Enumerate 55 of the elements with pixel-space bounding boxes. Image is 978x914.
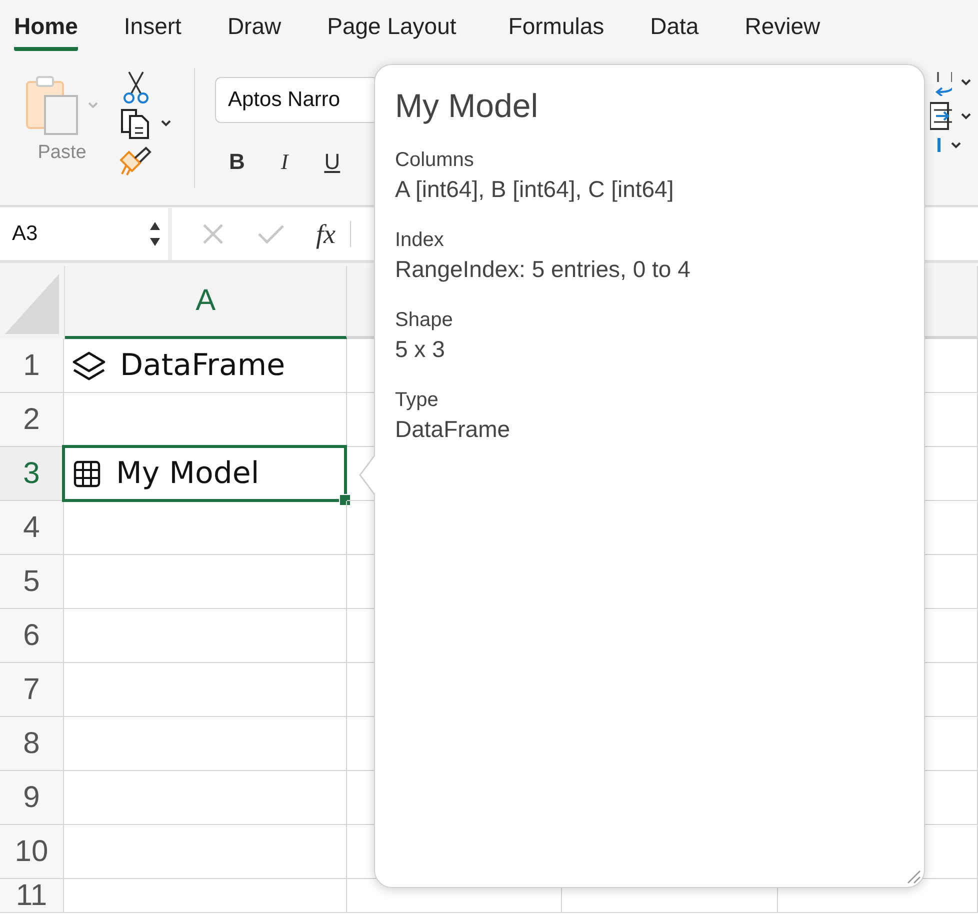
- row-header[interactable]: 4: [0, 501, 64, 555]
- grid-cell[interactable]: [64, 879, 347, 913]
- field-label: Shape: [395, 309, 454, 332]
- format-button[interactable]: U: [324, 149, 340, 175]
- format-button[interactable]: I: [280, 149, 288, 175]
- grid-cell[interactable]: [64, 555, 347, 609]
- ribbon-tab[interactable]: Draw: [227, 0, 282, 51]
- row-header[interactable]: 8: [0, 717, 64, 771]
- fill-handle[interactable]: [338, 494, 351, 506]
- table-icon: [72, 458, 102, 488]
- insert-function-button[interactable]: fx: [316, 218, 336, 250]
- chevron-icon: [950, 141, 962, 149]
- field-value: A [int64], B [int64], C [int64]: [395, 176, 675, 203]
- ribbon-tab[interactable]: Insert: [124, 0, 182, 51]
- grid-cell[interactable]: [64, 825, 347, 879]
- grid-cell[interactable]: [64, 663, 347, 717]
- merge-icon[interactable]: [930, 100, 952, 132]
- field-label: Index: [395, 229, 445, 252]
- grid-cell[interactable]: [64, 609, 347, 663]
- ribbon-tab[interactable]: Home: [14, 0, 78, 51]
- row-header[interactable]: 5: [0, 555, 64, 609]
- row-header[interactable]: 6: [0, 609, 64, 663]
- cell-reference: A3: [12, 222, 38, 246]
- chevron-icon: [960, 78, 972, 86]
- copy-icon[interactable]: [118, 106, 152, 140]
- row-header[interactable]: 1: [0, 339, 64, 393]
- ribbon-tab[interactable]: Page Layout: [327, 0, 456, 51]
- field-value: DataFrame: [395, 416, 512, 443]
- column-header[interactable]: A: [64, 266, 348, 339]
- row-header[interactable]: 10: [0, 825, 64, 879]
- grid-cell[interactable]: [64, 501, 347, 555]
- cell-text: DataFrame: [120, 348, 286, 383]
- align-icon[interactable]: [936, 136, 942, 154]
- layers-icon: [72, 350, 106, 380]
- ribbon-tab[interactable]: Review: [744, 0, 820, 51]
- chevron-icon: [960, 112, 972, 120]
- grid-cell[interactable]: [64, 771, 347, 825]
- format-button[interactable]: B: [229, 149, 245, 175]
- ribbon-tab[interactable]: Formulas: [508, 0, 604, 51]
- ribbon-tab[interactable]: Data: [650, 0, 699, 51]
- cell-text: My Model: [116, 456, 260, 491]
- row-header[interactable]: 2: [0, 393, 64, 447]
- paste-icon[interactable]: [25, 74, 81, 136]
- chevron-icon: [160, 119, 172, 127]
- field-label: Type: [395, 389, 440, 412]
- grid-cell[interactable]: [64, 717, 347, 771]
- field-value: 5 x 3: [395, 336, 446, 363]
- row-header[interactable]: 9: [0, 771, 64, 825]
- card-title: My Model: [395, 87, 540, 125]
- row-header[interactable]: 3: [0, 447, 64, 501]
- field-value: RangeIndex: 5 entries, 0 to 4: [395, 256, 692, 283]
- field-label: Columns: [395, 149, 475, 172]
- row-header[interactable]: 7: [0, 663, 64, 717]
- row-header[interactable]: 11: [0, 879, 64, 913]
- chevron-icon: [87, 101, 99, 109]
